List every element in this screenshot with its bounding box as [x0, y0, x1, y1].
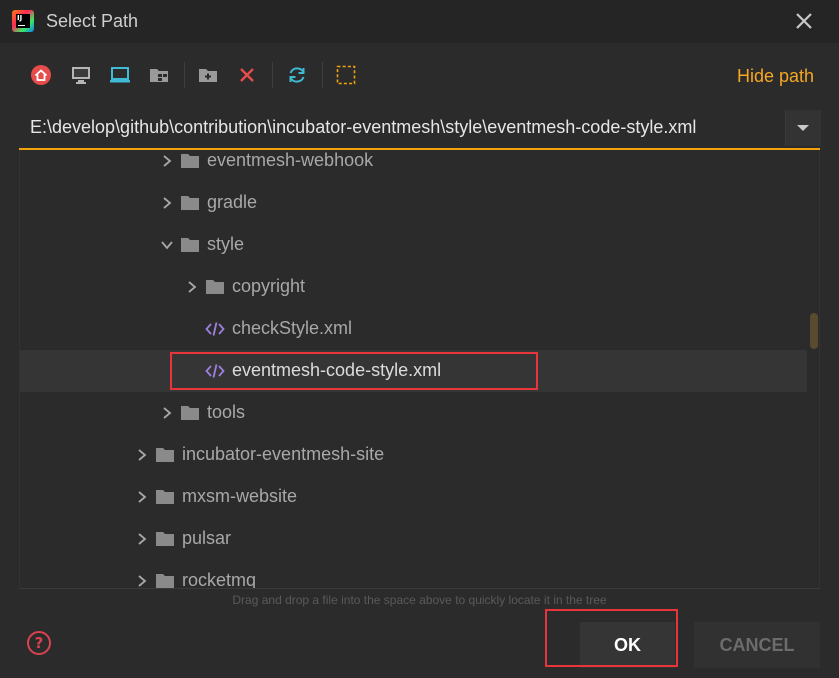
dialog-title: Select Path — [46, 11, 139, 31]
cancel-button[interactable]: CANCEL — [694, 622, 820, 668]
tree-item-label: rocketmq — [182, 570, 257, 589]
title-bar: IJ Select Path — [0, 0, 839, 43]
new-folder-icon[interactable] — [197, 64, 219, 86]
tree-row[interactable]: gradle — [20, 182, 807, 224]
folder-icon — [156, 448, 174, 462]
toolbar-separator — [322, 62, 323, 88]
path-input[interactable] — [19, 110, 783, 145]
toolbar-separator — [184, 62, 185, 88]
chevron-right-icon[interactable] — [186, 281, 198, 293]
tree-row[interactable]: style — [20, 224, 807, 266]
tree-row[interactable]: incubator-eventmesh-site — [20, 434, 807, 476]
folder-icon — [181, 154, 199, 168]
folder-icon — [156, 490, 174, 504]
tree-item-label: style — [207, 234, 245, 254]
intellij-logo-icon: IJ — [12, 10, 34, 32]
chevron-right-icon[interactable] — [136, 575, 148, 587]
folder-icon — [181, 238, 199, 252]
tree-item-label: mxsm-website — [182, 486, 298, 506]
show-hidden-icon[interactable] — [335, 64, 357, 86]
folder-icon — [181, 196, 199, 210]
path-history-dropdown[interactable] — [785, 110, 821, 146]
tree-row[interactable]: eventmesh-webhook — [20, 150, 807, 182]
tree-row[interactable]: mxsm-website — [20, 476, 807, 518]
tree-item-label: tools — [207, 402, 246, 422]
home-icon[interactable] — [30, 64, 52, 86]
tree-row[interactable]: eventmesh-code-style.xml — [20, 350, 807, 392]
laptop-icon[interactable] — [109, 64, 131, 86]
tree-row[interactable]: pulsar — [20, 518, 807, 560]
tree-item-label: eventmesh-webhook — [207, 150, 374, 170]
tree-item-label: checkStyle.xml — [232, 318, 353, 338]
toolbar — [0, 52, 839, 98]
tree-row[interactable]: copyright — [20, 266, 807, 308]
tree-item-label: copyright — [232, 276, 306, 296]
close-icon[interactable] — [792, 9, 816, 33]
folder-icon — [156, 574, 174, 588]
path-field — [19, 110, 783, 148]
chevron-right-icon[interactable] — [161, 407, 173, 419]
help-button[interactable]: ? — [27, 631, 51, 655]
tree-row[interactable]: checkStyle.xml — [20, 308, 807, 350]
ok-button[interactable]: OK — [580, 622, 675, 668]
delete-icon[interactable] — [236, 64, 258, 86]
folder-icon — [206, 280, 224, 294]
xml-file-icon — [205, 322, 225, 336]
chevron-right-icon[interactable] — [136, 449, 148, 461]
tree-item-label: pulsar — [182, 528, 232, 548]
chevron-right-icon[interactable] — [136, 533, 148, 545]
drag-drop-hint: Drag and drop a file into the space abov… — [232, 593, 607, 607]
logo-text: IJ — [17, 14, 23, 22]
tree-item-label: incubator-eventmesh-site — [182, 444, 385, 464]
chevron-right-icon[interactable] — [161, 155, 173, 167]
file-tree[interactable]: rocketmq pulsar mxsm-website incubator-even… — [19, 150, 820, 589]
module-folder-icon[interactable] — [148, 64, 170, 86]
chevron-right-icon[interactable] — [136, 491, 148, 503]
tree-item-label: eventmesh-code-style.xml — [232, 360, 442, 380]
chevron-down-icon — [797, 125, 809, 131]
tree-item-label: gradle — [207, 192, 258, 212]
tree-row[interactable]: tools — [20, 392, 807, 434]
chevron-right-icon[interactable] — [161, 197, 173, 209]
tree-scrollbar[interactable] — [807, 150, 819, 588]
desktop-icon[interactable] — [70, 64, 92, 86]
scrollbar-thumb[interactable] — [810, 313, 818, 349]
xml-file-icon — [205, 364, 225, 378]
refresh-icon[interactable] — [286, 64, 308, 86]
toolbar-separator — [272, 62, 273, 88]
hide-path-link[interactable]: Hide path — [737, 66, 814, 87]
folder-icon — [181, 406, 199, 420]
chevron-down-icon[interactable] — [161, 239, 173, 251]
tree-row[interactable]: rocketmq — [20, 560, 807, 589]
folder-icon — [156, 532, 174, 546]
